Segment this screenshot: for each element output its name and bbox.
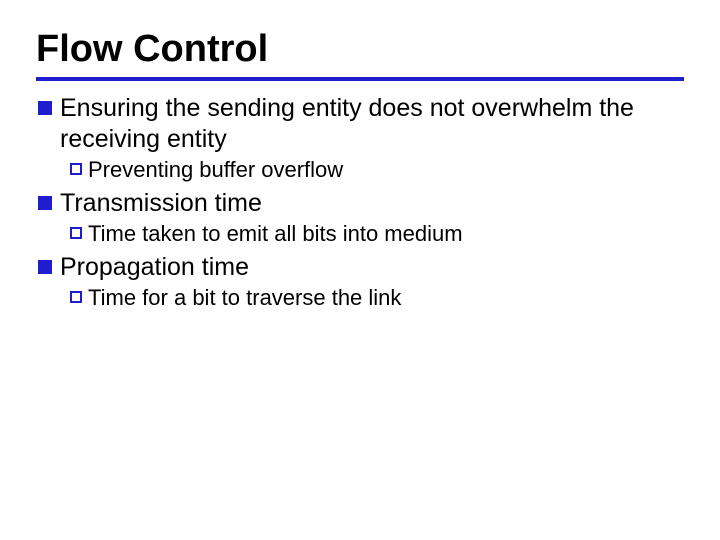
bullet-text: Time taken to emit all bits into medium <box>88 220 684 248</box>
bullet-level2: Preventing buffer overflow <box>70 156 684 184</box>
bullet-level2: Time taken to emit all bits into medium <box>70 220 684 248</box>
bullet-level1: Propagation time <box>38 252 684 283</box>
square-bullet-icon <box>38 101 52 115</box>
hollow-square-bullet-icon <box>70 227 82 239</box>
slide-content: Ensuring the sending entity does not ove… <box>36 93 684 312</box>
slide-title: Flow Control <box>36 28 684 71</box>
bullet-text: Propagation time <box>60 252 684 283</box>
bullet-text: Ensuring the sending entity does not ove… <box>60 93 684 154</box>
square-bullet-icon <box>38 260 52 274</box>
bullet-level2: Time for a bit to traverse the link <box>70 284 684 312</box>
bullet-level1: Ensuring the sending entity does not ove… <box>38 93 684 154</box>
hollow-square-bullet-icon <box>70 291 82 303</box>
title-rule <box>36 77 684 81</box>
hollow-square-bullet-icon <box>70 163 82 175</box>
bullet-level1: Transmission time <box>38 188 684 219</box>
slide: Flow Control Ensuring the sending entity… <box>0 0 720 312</box>
bullet-text: Transmission time <box>60 188 684 219</box>
bullet-text: Time for a bit to traverse the link <box>88 284 684 312</box>
bullet-text: Preventing buffer overflow <box>88 156 684 184</box>
square-bullet-icon <box>38 196 52 210</box>
